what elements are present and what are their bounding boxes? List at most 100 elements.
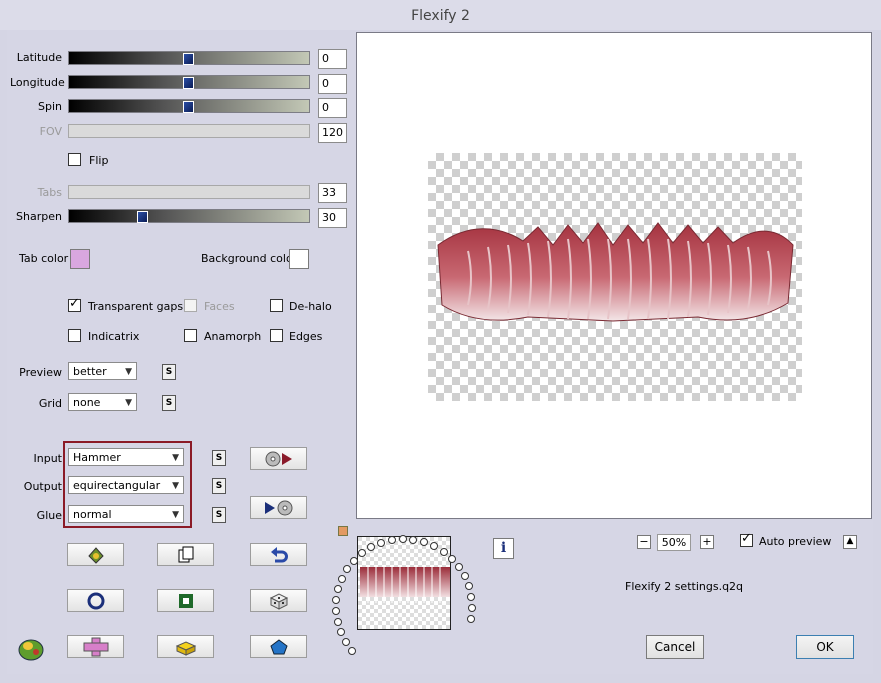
latitude-thumb[interactable] (183, 53, 194, 65)
dice-button[interactable] (250, 589, 307, 612)
grid-select-value: none (73, 396, 101, 409)
glue-s-button[interactable]: S (212, 507, 226, 523)
zoom-in-button[interactable]: + (700, 535, 714, 549)
apply-button[interactable] (67, 543, 124, 566)
transparent-gaps-checkbox[interactable] (68, 296, 81, 312)
spin-label: Spin (38, 100, 62, 113)
zoom-out-button[interactable]: − (637, 535, 651, 549)
block-icon (175, 640, 196, 656)
tabs-label: Tabs (37, 186, 62, 199)
chevron-down-icon: ▼ (172, 453, 179, 463)
dial-dot (466, 614, 475, 623)
glue-label: Glue (36, 509, 62, 522)
longitude-slider[interactable] (68, 75, 310, 89)
background-color-label: Background color (201, 252, 298, 265)
auto-preview-checkbox[interactable] (740, 531, 753, 547)
square-icon (178, 593, 193, 608)
copy-button[interactable] (157, 543, 214, 566)
apply-icon (87, 546, 104, 564)
latitude-field[interactable]: 0 (318, 49, 347, 69)
spin-field[interactable]: 0 (318, 98, 347, 118)
preview-image (437, 222, 794, 322)
background-color-swatch[interactable] (289, 249, 309, 269)
play-disc-button[interactable] (250, 496, 307, 519)
de-halo-checkbox[interactable] (270, 299, 283, 312)
cross-button[interactable] (67, 635, 124, 658)
sharpen-label: Sharpen (16, 210, 62, 223)
input-select[interactable]: Hammer ▼ (68, 448, 184, 466)
output-label: Output (23, 480, 62, 493)
logo-icon (16, 634, 46, 662)
dial-handle[interactable] (338, 526, 348, 536)
edges-checkbox[interactable] (270, 329, 283, 342)
auto-preview-label: Auto preview (759, 535, 832, 548)
undo-icon (270, 546, 288, 562)
flip-label: Flip (89, 154, 109, 167)
sharpen-field[interactable]: 30 (318, 208, 347, 228)
ok-button[interactable]: OK (796, 635, 854, 659)
dial-dot (350, 556, 359, 565)
glue-select[interactable]: normal ▼ (68, 505, 184, 523)
de-halo-label: De-halo (289, 300, 332, 313)
longitude-label: Longitude (10, 76, 65, 89)
flexify-window: Flexify 2 Latitude 0 Longitude 0 Spin 0 … (0, 0, 881, 683)
chevron-up-icon: ▲ (846, 536, 854, 546)
pentagon-button[interactable] (250, 635, 307, 658)
grid-select[interactable]: none ▼ (68, 393, 137, 411)
dial-dot (332, 606, 341, 615)
sharpen-thumb[interactable] (137, 211, 148, 223)
dial-dot (467, 603, 476, 612)
dial-dot (338, 574, 347, 583)
ring-button[interactable] (67, 589, 124, 612)
tabs-slider (68, 185, 310, 199)
output-s-button[interactable]: S (212, 478, 226, 494)
info-button[interactable]: i (493, 538, 514, 559)
preview-pane[interactable] (356, 32, 872, 519)
dial-dot (387, 536, 396, 545)
chevron-down-icon: ▼ (125, 398, 132, 408)
grid-s-button[interactable]: S (162, 395, 176, 411)
faces-label: Faces (204, 300, 235, 313)
indicatrix-checkbox[interactable] (68, 329, 81, 342)
tab-color-swatch[interactable] (70, 249, 90, 269)
cancel-button[interactable]: Cancel (646, 635, 704, 659)
dial-dot (447, 554, 456, 563)
spin-thumb[interactable] (183, 101, 194, 113)
glue-select-value: normal (73, 508, 112, 521)
input-select-value: Hammer (73, 451, 121, 464)
anamorph-checkbox[interactable] (184, 329, 197, 342)
collapse-button[interactable]: ▲ (843, 535, 857, 549)
preview-select[interactable]: better ▼ (68, 362, 137, 380)
dial-dot (336, 628, 345, 637)
transparent-gaps-label: Transparent gaps (88, 300, 184, 313)
dial-dot (455, 563, 463, 572)
preview-label: Preview (19, 366, 62, 379)
pentagon-icon (269, 638, 288, 654)
window-title: Flexify 2 (411, 8, 470, 24)
zoom-level: 50% (657, 534, 691, 551)
longitude-field[interactable]: 0 (318, 74, 347, 94)
spin-slider[interactable] (68, 99, 310, 113)
fov-label: FOV (39, 125, 62, 138)
block-button[interactable] (157, 635, 214, 658)
preview-s-button[interactable]: S (162, 364, 176, 380)
dice-icon (269, 592, 288, 610)
fov-field: 120 (318, 123, 347, 143)
anamorph-label: Anamorph (204, 330, 262, 343)
input-label: Input (33, 452, 62, 465)
dial-dot (333, 617, 342, 626)
output-select-value: equirectangular (73, 479, 161, 492)
undo-button[interactable] (250, 543, 307, 566)
flip-checkbox[interactable] (68, 153, 81, 166)
disc-play-button[interactable] (250, 447, 307, 470)
input-s-button[interactable]: S (212, 450, 226, 466)
sharpen-slider[interactable] (68, 209, 310, 223)
faces-checkbox (184, 299, 197, 312)
dial-dot (341, 637, 350, 646)
longitude-thumb[interactable] (183, 77, 194, 89)
fov-slider (68, 124, 310, 138)
square-button[interactable] (157, 589, 214, 612)
thumbnail-image (358, 537, 450, 629)
output-select[interactable]: equirectangular ▼ (68, 476, 184, 494)
latitude-slider[interactable] (68, 51, 310, 65)
